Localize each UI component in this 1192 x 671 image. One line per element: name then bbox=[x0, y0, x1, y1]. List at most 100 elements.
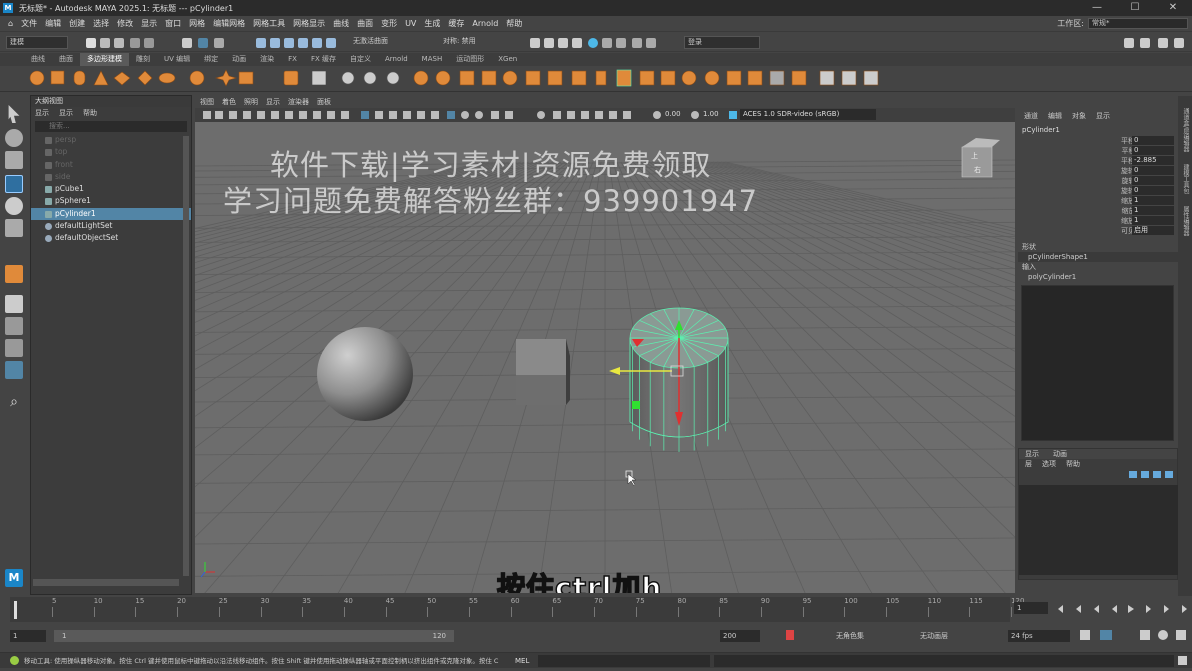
workspace-dropdown[interactable]: 常规* bbox=[1088, 18, 1188, 29]
cb-shape-node[interactable]: pCylinderShape1 bbox=[1018, 252, 1178, 262]
outliner-item-front[interactable]: front bbox=[31, 159, 191, 171]
uv-auto-icon[interactable] bbox=[863, 70, 879, 86]
redo-icon[interactable] bbox=[144, 38, 154, 48]
offset-edge-icon[interactable] bbox=[639, 70, 655, 86]
vp-menu-show[interactable]: 显示 bbox=[266, 96, 280, 108]
remesh-icon[interactable] bbox=[435, 70, 451, 86]
cb-menu-show[interactable]: 显示 bbox=[1096, 110, 1110, 122]
menu-generate[interactable]: 生成 bbox=[420, 18, 444, 29]
fill-hole-icon[interactable] bbox=[547, 70, 563, 86]
go-to-start-icon[interactable] bbox=[1058, 605, 1063, 613]
menu-mesh-display[interactable]: 网格显示 bbox=[289, 18, 329, 29]
shelf-tab-surfaces[interactable]: 曲面 bbox=[52, 53, 80, 66]
menu-cache[interactable]: 缓存 bbox=[444, 18, 468, 29]
outliner-item-pcylinder1[interactable]: pCylinder1 bbox=[31, 207, 191, 221]
menu-modify[interactable]: 修改 bbox=[113, 18, 137, 29]
vp-grease-pencil-icon[interactable] bbox=[271, 111, 279, 119]
end-time-field[interactable]: 200 bbox=[720, 630, 760, 642]
select-tool-icon[interactable] bbox=[8, 105, 20, 123]
vp-xray-components-icon[interactable] bbox=[581, 111, 589, 119]
new-layer-selected-icon[interactable] bbox=[1165, 471, 1173, 478]
live-surface-field[interactable]: 无激活曲面 bbox=[350, 36, 414, 49]
outliner-menu-help[interactable]: 帮助 bbox=[83, 107, 97, 119]
wedge-icon[interactable] bbox=[769, 70, 785, 86]
sound-icon[interactable] bbox=[1140, 630, 1150, 640]
shelf-tab-motion-graphics[interactable]: 运动图形 bbox=[449, 53, 491, 66]
vp-xray-joints-icon[interactable] bbox=[567, 111, 575, 119]
poly-cone-icon[interactable] bbox=[93, 70, 109, 86]
loop-icon[interactable] bbox=[1080, 630, 1090, 640]
vp-isolate-icon[interactable] bbox=[537, 111, 545, 119]
vp-film-gate-icon[interactable] bbox=[299, 111, 307, 119]
poly-sphere-icon[interactable] bbox=[29, 70, 45, 86]
vp-bounding-box-icon[interactable] bbox=[609, 111, 617, 119]
vp-wire-on-shaded-icon[interactable] bbox=[403, 111, 411, 119]
menu-select[interactable]: 选择 bbox=[89, 18, 113, 29]
menu-arnold[interactable]: Arnold bbox=[468, 19, 502, 28]
vp-dof-icon[interactable] bbox=[505, 111, 513, 119]
super-shape-icon[interactable] bbox=[189, 70, 205, 86]
shelf-tab-fx[interactable]: FX bbox=[281, 53, 304, 66]
outliner-item-defaultobjectset[interactable]: defaultObjectSet bbox=[31, 232, 191, 244]
arnold-ipr-icon[interactable] bbox=[602, 38, 612, 48]
layer-menu-layers[interactable]: 层 bbox=[1025, 459, 1032, 469]
menu-window[interactable]: 窗口 bbox=[161, 18, 185, 29]
yz-plane-handle[interactable] bbox=[632, 401, 640, 409]
vp-camera-attr-icon[interactable] bbox=[215, 111, 223, 119]
home-icon[interactable]: ⌂ bbox=[4, 19, 17, 28]
menu-edit-mesh[interactable]: 编辑网格 bbox=[209, 18, 249, 29]
menu-surfaces[interactable]: 曲面 bbox=[353, 18, 377, 29]
mirror-icon[interactable] bbox=[413, 70, 429, 86]
menu-set-dropdown[interactable]: 建模 bbox=[6, 36, 68, 49]
vp-bookmark-icon[interactable] bbox=[229, 111, 237, 119]
hypershade-icon[interactable] bbox=[572, 38, 582, 48]
poly-plane-icon[interactable] bbox=[113, 71, 131, 86]
vp-ao-icon[interactable] bbox=[461, 111, 469, 119]
circularize-icon[interactable] bbox=[791, 70, 807, 86]
shelf-tab-uv-editing[interactable]: UV 编辑 bbox=[157, 53, 197, 66]
settings-icon[interactable] bbox=[1176, 630, 1186, 640]
mel-button[interactable]: MEL bbox=[515, 653, 529, 669]
slide-edge-icon[interactable] bbox=[726, 70, 742, 86]
menu-display[interactable]: 显示 bbox=[137, 18, 161, 29]
outliner-layout-icon[interactable] bbox=[5, 361, 23, 379]
layer-menu-options[interactable]: 选项 bbox=[1042, 459, 1056, 469]
select-object-icon[interactable] bbox=[198, 38, 208, 48]
vp-select-camera-icon[interactable] bbox=[203, 111, 211, 119]
vp-2d-pan-icon[interactable] bbox=[257, 111, 265, 119]
layer-move-up-icon[interactable] bbox=[1129, 471, 1137, 478]
snap-pivot-icon[interactable] bbox=[326, 38, 336, 48]
side-tab-modeling-toolkit[interactable]: 建模工具包 bbox=[1181, 164, 1190, 194]
step-back-frame-icon[interactable] bbox=[1094, 605, 1099, 613]
text-tool-icon[interactable] bbox=[238, 71, 254, 85]
menu-file[interactable]: 文件 bbox=[17, 18, 41, 29]
select-hierarchy-icon[interactable] bbox=[182, 38, 192, 48]
exposure-value[interactable]: 0.00 bbox=[665, 110, 681, 118]
cb-input-node[interactable]: polyCylinder1 bbox=[1018, 272, 1178, 282]
range-slider[interactable]: 1 120 bbox=[54, 630, 454, 642]
render-frame-icon[interactable] bbox=[530, 38, 540, 48]
outliner-item-defaultlightset[interactable]: defaultLightSet bbox=[31, 220, 191, 232]
last-tool-icon[interactable] bbox=[5, 265, 23, 283]
viewport-panel[interactable]: 视图 着色 照明 显示 渲染器 面板 0.00 1.00 ACES 1.0 SD… bbox=[195, 96, 1015, 593]
render-play-icon[interactable] bbox=[632, 38, 642, 48]
outliner-item-persp[interactable]: persp bbox=[31, 134, 191, 146]
cb-row-translate-z[interactable]: 平移 Z-2.885 bbox=[1018, 156, 1178, 166]
color-management-icon[interactable] bbox=[729, 111, 737, 119]
separate-icon[interactable] bbox=[341, 71, 355, 85]
shelf-tab-curves[interactable]: 曲线 bbox=[24, 53, 52, 66]
quad-draw-icon[interactable] bbox=[681, 70, 697, 86]
maximize-button[interactable]: ☐ bbox=[1116, 0, 1154, 16]
poly-cube-icon[interactable] bbox=[50, 70, 65, 85]
shelf-tab-animation[interactable]: 动画 bbox=[225, 53, 253, 66]
menu-curves[interactable]: 曲线 bbox=[329, 18, 353, 29]
ipr-render-icon[interactable] bbox=[544, 38, 554, 48]
layer-tab-anim[interactable]: 动画 bbox=[1053, 449, 1067, 459]
current-frame-field[interactable]: 1 bbox=[1014, 602, 1048, 614]
vp-menu-panels[interactable]: 面板 bbox=[317, 96, 331, 108]
menu-mesh-tools[interactable]: 网格工具 bbox=[249, 18, 289, 29]
close-button[interactable]: ✕ bbox=[1154, 0, 1192, 16]
outliner-item-pcube1[interactable]: pCube1 bbox=[31, 183, 191, 195]
select-component-icon[interactable] bbox=[214, 38, 224, 48]
pcube1-mesh[interactable] bbox=[516, 339, 570, 405]
